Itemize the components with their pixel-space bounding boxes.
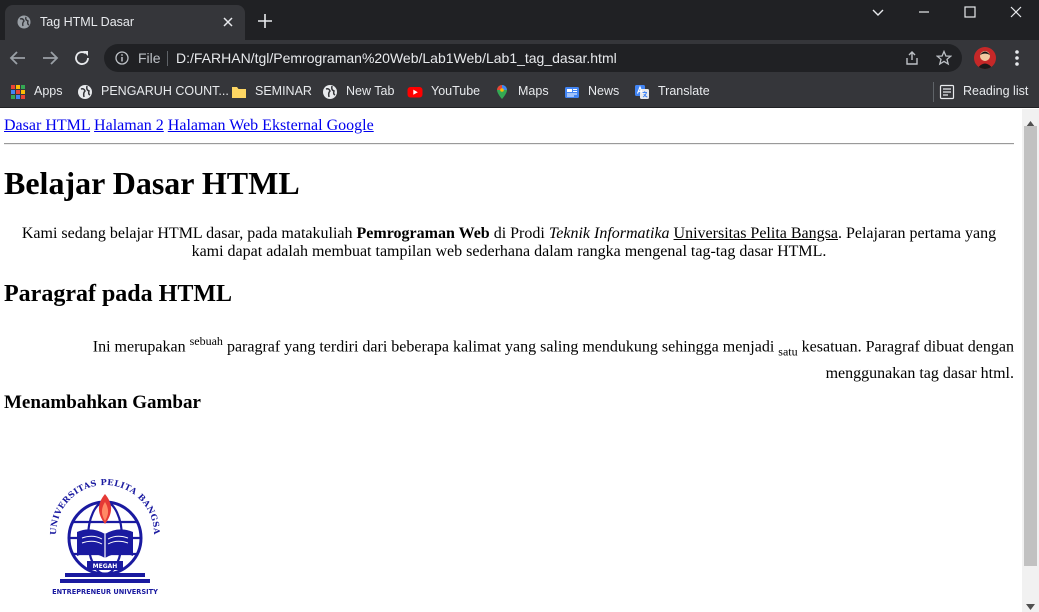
info-icon[interactable] bbox=[115, 51, 129, 65]
tab-search-icon[interactable] bbox=[855, 0, 901, 32]
back-arrow-icon[interactable] bbox=[9, 49, 27, 67]
bookmarks-bar: Apps PENGARUH COUNT... SEMINAR New Tab Y… bbox=[0, 76, 1039, 108]
reading-list-label: Reading list bbox=[963, 84, 1029, 98]
intro-italic: Teknik Informatika bbox=[548, 225, 670, 242]
image-heading: Menambahkan Gambar bbox=[4, 392, 201, 413]
page-heading: Belajar Dasar HTML bbox=[4, 165, 300, 201]
para-superscript: sebuah bbox=[189, 334, 223, 348]
forward-arrow-icon[interactable] bbox=[41, 49, 59, 67]
bookmark-label: Translate bbox=[658, 84, 710, 98]
close-icon[interactable] bbox=[221, 15, 235, 29]
bookmark-star-icon[interactable] bbox=[935, 49, 953, 66]
intro-bold: Pemrograman Web bbox=[356, 225, 490, 242]
tab-title: Tag HTML Dasar bbox=[40, 15, 135, 29]
profile-avatar[interactable] bbox=[974, 47, 996, 69]
horizontal-rule bbox=[4, 143, 1014, 145]
bookmark-label: News bbox=[588, 84, 620, 98]
link-dasar-html[interactable]: Dasar HTML bbox=[4, 117, 90, 134]
para-text: Ini merupakan bbox=[92, 338, 190, 356]
share-icon[interactable] bbox=[904, 50, 920, 66]
tab-strip: Tag HTML Dasar bbox=[0, 0, 1039, 40]
reload-icon[interactable] bbox=[73, 49, 91, 67]
news-icon bbox=[564, 84, 580, 100]
scrollbar-thumb[interactable] bbox=[1024, 126, 1037, 566]
intro-paragraph: Kami sedang belajar HTML dasar, pada mat… bbox=[4, 225, 1014, 261]
page-nav: Dasar HTML Halaman 2 Halaman Web Ekstern… bbox=[4, 117, 374, 135]
link-google[interactable]: Halaman Web Eksternal Google bbox=[168, 117, 374, 134]
browser-toolbar: File D:/FARHAN/tgl/Pemrograman%20Web/Lab… bbox=[0, 40, 1039, 76]
logo-center-text: MEGAH bbox=[93, 563, 118, 570]
logo-bottom-text: ENTREPRENEUR UNIVERSITY bbox=[52, 588, 158, 596]
para-subscript: satu bbox=[778, 344, 798, 359]
university-logo: UNIVERSITAS PELITA BANGSA MEGAH ENTREPRE… bbox=[44, 472, 166, 596]
para-text: kesatuan. Paragraf dibuat dengan menggun… bbox=[797, 338, 1014, 382]
intro-text: di Prodi bbox=[489, 225, 549, 242]
address-separator bbox=[167, 51, 168, 66]
vertical-scrollbar[interactable] bbox=[1022, 109, 1039, 612]
bookmark-label: New Tab bbox=[346, 84, 395, 98]
reading-list-icon bbox=[939, 84, 955, 100]
intro-underline: Universitas Pelita Bangsa bbox=[673, 225, 838, 242]
page-viewport: Dasar HTML Halaman 2 Halaman Web Ekstern… bbox=[0, 109, 1022, 612]
folder-icon bbox=[231, 84, 247, 100]
kebab-menu-icon[interactable] bbox=[1010, 49, 1024, 67]
para-text: paragraf yang terdiri dari beberapa kali… bbox=[222, 338, 779, 356]
intro-text: Kami sedang belajar HTML dasar, pada mat… bbox=[21, 225, 357, 242]
window-close-icon[interactable] bbox=[993, 0, 1039, 32]
bookmarks-divider bbox=[933, 82, 934, 102]
maximize-icon[interactable] bbox=[947, 0, 993, 32]
translate-icon bbox=[634, 84, 650, 100]
browser-tab[interactable]: Tag HTML Dasar bbox=[5, 5, 245, 40]
globe-icon bbox=[77, 84, 93, 100]
youtube-icon bbox=[407, 84, 423, 100]
globe-icon bbox=[17, 15, 31, 29]
apps-grid-icon bbox=[10, 84, 26, 100]
bookmark-label: Maps bbox=[518, 84, 549, 98]
maps-pin-icon bbox=[494, 84, 510, 100]
globe-icon bbox=[322, 84, 338, 100]
bookmark-label: Apps bbox=[34, 84, 63, 98]
link-halaman-2[interactable]: Halaman 2 bbox=[94, 117, 164, 134]
bookmark-label: YouTube bbox=[431, 84, 481, 98]
url-scheme: File bbox=[138, 50, 161, 66]
bookmark-label: SEMINAR bbox=[255, 84, 312, 98]
address-bar[interactable]: File D:/FARHAN/tgl/Pemrograman%20Web/Lab… bbox=[104, 44, 962, 72]
new-tab-icon[interactable] bbox=[257, 13, 273, 29]
url-text[interactable]: D:/FARHAN/tgl/Pemrograman%20Web/Lab1Web/… bbox=[176, 50, 617, 66]
scroll-down-arrow-icon[interactable] bbox=[1026, 597, 1035, 612]
right-paragraph: Ini merupakan sebuah paragraf yang terdi… bbox=[4, 331, 1014, 384]
minimize-icon[interactable] bbox=[901, 0, 947, 32]
section-heading: Paragraf pada HTML bbox=[4, 281, 232, 307]
bookmark-label: PENGARUH COUNT... bbox=[101, 84, 229, 98]
